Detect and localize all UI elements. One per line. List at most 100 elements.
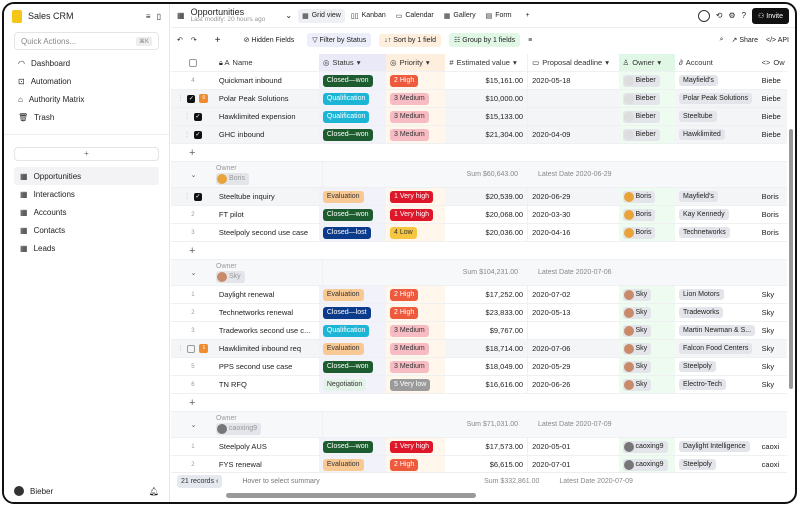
account-link[interactable]: Martin Newman & S...	[679, 325, 756, 336]
share-button[interactable]: ↗ Share	[732, 36, 759, 44]
priority-cell[interactable]: 1 Very high	[386, 188, 446, 205]
filter-button[interactable]: ▽ Filter by Status	[307, 33, 372, 47]
owner-cell[interactable]: Boris	[618, 188, 675, 205]
name-cell[interactable]: Technetworks renewal	[215, 304, 319, 321]
account-link[interactable]: Polar Peak Solutions	[679, 93, 752, 104]
account-cell[interactable]: Steeltube	[675, 108, 758, 125]
drag-handle-icon[interactable]: ⋮	[177, 345, 183, 352]
app-name[interactable]: Sales CRM	[28, 11, 140, 21]
estimated-value-cell[interactable]: $6,615.00	[445, 456, 529, 473]
sort-button[interactable]: ↓↑ Sort by 1 field	[379, 33, 441, 47]
name-cell[interactable]: Steeltube inquiry	[215, 188, 319, 205]
account-cell[interactable]: Daylight Intelligence	[675, 438, 758, 455]
column-header-owner-lookup[interactable]: <> Ow	[758, 54, 787, 71]
proposal-deadline-cell[interactable]: 2020-07-01	[528, 456, 618, 473]
vertical-scrollbar[interactable]	[789, 129, 793, 389]
collapse-group-icon[interactable]: ⌄	[171, 269, 216, 277]
status-cell[interactable]: Qualification	[318, 90, 387, 107]
status-cell[interactable]: Evaluation	[318, 188, 387, 205]
column-header-estimated-value[interactable]: # Estimated value ▾	[445, 54, 529, 71]
row-checkbox[interactable]	[187, 344, 196, 353]
sidebar-table-leads[interactable]: ▦ Leads	[14, 239, 159, 257]
quick-actions-input[interactable]: Quick Actions... ⌘K	[14, 32, 159, 50]
status-cell[interactable]: Negotiation	[318, 376, 387, 393]
table-row[interactable]: 6 TN RFQ Negotiation 5 Very low $16,616.…	[171, 376, 787, 394]
estimated-value-cell[interactable]: $15,133.00	[445, 108, 529, 125]
select-all-checkbox[interactable]	[188, 58, 197, 67]
owner-cell[interactable]: caoxing9	[618, 438, 675, 455]
name-cell[interactable]: TN RFQ	[215, 376, 319, 393]
account-link[interactable]: Mayfield's	[679, 75, 718, 86]
proposal-deadline-cell[interactable]: 2020-07-02	[528, 286, 618, 303]
estimated-value-cell[interactable]: $20,539.00	[445, 188, 529, 205]
account-cell[interactable]: Tradeworks	[675, 304, 758, 321]
account-link[interactable]: Daylight Intelligence	[679, 441, 750, 452]
undo-icon[interactable]: ↶	[177, 36, 183, 44]
owner-lookup-cell[interactable]: caoxi	[758, 456, 787, 473]
account-link[interactable]: Falcon Food Centers	[679, 343, 753, 354]
view-tab-gallery[interactable]: ▦ Gallery	[440, 9, 480, 23]
priority-cell[interactable]: 3 Medium	[386, 90, 446, 107]
table-row[interactable]: ⋮ 1 Hawklimited inbound req Evaluation 3 …	[171, 340, 787, 358]
name-cell[interactable]: FT pilot	[215, 206, 319, 223]
name-cell[interactable]: Quickmart inbound	[215, 72, 319, 89]
owner-cell[interactable]: Boris	[618, 206, 675, 223]
status-cell[interactable]: Closed—lost	[318, 224, 387, 241]
account-cell[interactable]: Hawklimited	[675, 126, 758, 143]
collapse-sidebar-icon[interactable]: ▯	[157, 12, 161, 21]
drag-handle-icon[interactable]: ⋮	[184, 131, 190, 138]
table-row[interactable]: ⋮ ✓ 0 Polar Peak Solutions Qualification 3…	[171, 90, 787, 108]
account-cell[interactable]: Polar Peak Solutions	[675, 90, 758, 107]
owner-cell[interactable]: Sky	[618, 304, 675, 321]
proposal-deadline-cell[interactable]: 2020-04-09	[528, 126, 618, 143]
owner-lookup-cell[interactable]: Sky	[758, 304, 787, 321]
group-button[interactable]: ☷ Group by 1 fields	[449, 33, 521, 47]
account-link[interactable]: Mayfield's	[679, 191, 718, 202]
owner-lookup-cell[interactable]: Biebe	[758, 108, 787, 125]
owner-lookup-cell[interactable]: Sky	[758, 358, 787, 375]
add-view-button[interactable]: +	[522, 9, 534, 22]
owner-lookup-cell[interactable]: Sky	[758, 286, 787, 303]
add-row-button[interactable]: +	[171, 144, 787, 162]
status-cell[interactable]: Qualification	[318, 108, 387, 125]
column-header-account[interactable]: ∂ Account	[675, 54, 758, 71]
proposal-deadline-cell[interactable]: 2020-03-30	[528, 206, 618, 223]
name-cell[interactable]: Tradeworks second use c...	[215, 322, 319, 339]
sidebar-table-interactions[interactable]: ▦ Interactions	[14, 185, 159, 203]
estimated-value-cell[interactable]: $17,252.00	[445, 286, 529, 303]
account-link[interactable]: Steelpoly	[679, 361, 716, 372]
account-cell[interactable]: Kay Kennedy	[675, 206, 758, 223]
estimated-value-cell[interactable]: $16,616.00	[445, 376, 529, 393]
proposal-deadline-cell[interactable]: 2020-07-06	[528, 340, 618, 357]
row-checkbox[interactable]: ✓	[193, 112, 202, 121]
account-cell[interactable]: Technetworks	[675, 224, 758, 241]
priority-cell[interactable]: 2 High	[386, 286, 446, 303]
view-tab-calendar[interactable]: ▭ Calendar	[392, 9, 438, 23]
table-row[interactable]: 4 Quickmart inbound Closed—won 2 High $1…	[171, 72, 787, 90]
sidebar-table-contacts[interactable]: ▦ Contacts	[14, 221, 159, 239]
column-header-name[interactable]: 🔒︎ A Name	[215, 54, 319, 71]
table-row[interactable]: 3 Steelpoly second use case Closed—lost …	[171, 224, 787, 242]
gear-icon[interactable]: ⚙	[728, 11, 735, 20]
account-link[interactable]: Hawklimited	[679, 129, 725, 140]
estimated-value-cell[interactable]: $20,068.00	[445, 206, 529, 223]
column-header-proposal-deadline[interactable]: ▭ Proposal deadline ▾	[528, 54, 618, 71]
owner-lookup-cell[interactable]: Biebe	[758, 126, 787, 143]
owner-lookup-cell[interactable]: Boris	[758, 224, 787, 241]
help-icon[interactable]: ?	[742, 11, 746, 20]
drag-handle-icon[interactable]: ⋮	[177, 95, 183, 102]
sidebar-item-trash[interactable]: 🗑︎ Trash	[4, 108, 159, 126]
row-checkbox[interactable]: ✓	[193, 192, 202, 201]
proposal-deadline-cell[interactable]	[528, 108, 618, 125]
table-row[interactable]: 1 Steelpoly AUS Closed—won 1 Very high $…	[171, 438, 787, 456]
proposal-deadline-cell[interactable]	[528, 322, 618, 339]
view-tab-form[interactable]: ▤ Form	[482, 9, 516, 23]
account-cell[interactable]: Steelpoly	[675, 358, 758, 375]
proposal-deadline-cell[interactable]	[528, 90, 618, 107]
table-row[interactable]: 1 Daylight renewal Evaluation 2 High $17…	[171, 286, 787, 304]
comment-count-badge[interactable]: 1	[199, 344, 209, 353]
owner-lookup-cell[interactable]: Biebe	[758, 90, 787, 107]
collapse-group-icon[interactable]: ⌄	[171, 421, 216, 429]
name-cell[interactable]: Polar Peak Solutions	[215, 90, 319, 107]
account-link[interactable]: Kay Kennedy	[679, 209, 729, 220]
